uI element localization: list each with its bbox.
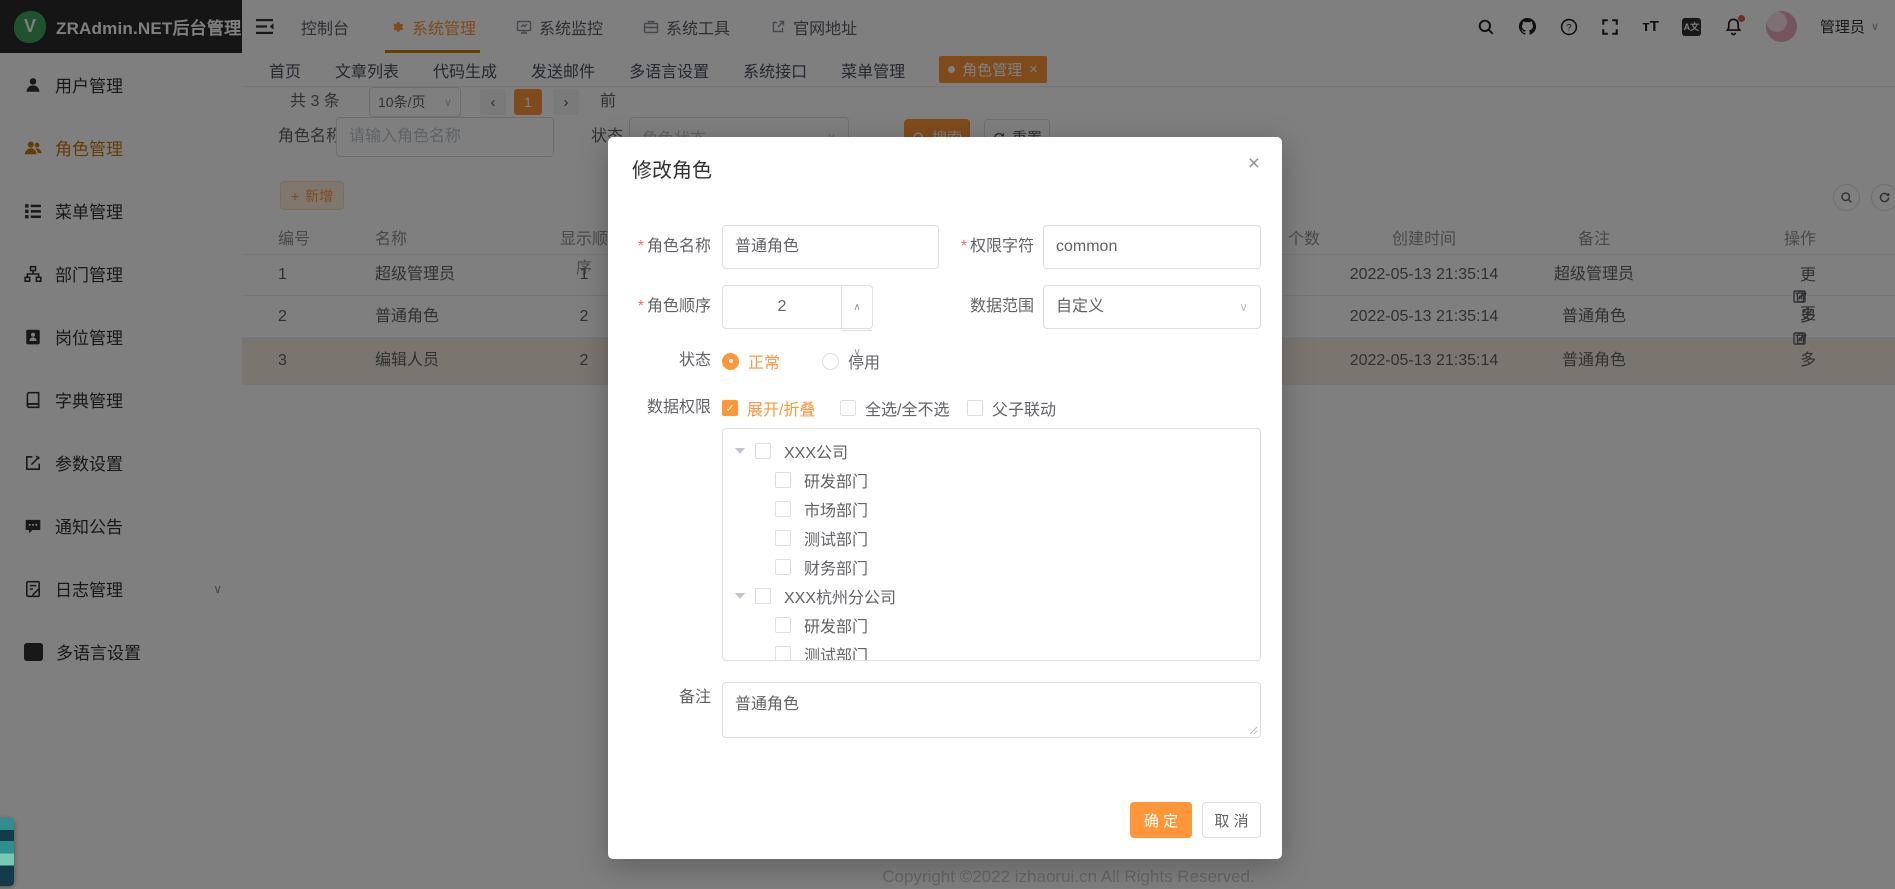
required-star: * (961, 238, 967, 255)
remark-value: 普通角色 (735, 696, 799, 713)
increase-button[interactable]: ∧ (842, 286, 872, 331)
tree-node-label: 市场部门 (804, 497, 868, 521)
tree-node-label: XXX杭州分公司 (784, 584, 896, 608)
field-label: 状态 (679, 352, 711, 369)
confirm-button[interactable]: 确 定 (1130, 802, 1192, 838)
chevron-down-icon: ∨ (1239, 285, 1248, 329)
perm-char-field-label: *权限字符 (908, 225, 1034, 269)
checkbox-checked-icon: ✓ (722, 400, 738, 416)
remark-field-label: 备注 (608, 688, 711, 708)
edit-role-dialog: 修改角色 × *角色名称 *权限字符 *角色顺序 2 ∧ ∨ 数据范围 自定义 … (608, 137, 1282, 859)
tree-node[interactable]: 研发部门 (723, 465, 1260, 494)
data-scope-select[interactable]: 自定义 ∨ (1043, 285, 1261, 329)
checkbox-parent-child-link[interactable]: 父子联动 (967, 390, 1056, 426)
dialog-title: 修改角色 (632, 154, 712, 183)
tree-node[interactable]: 测试部门 (723, 639, 1260, 661)
tree-node[interactable]: 市场部门 (723, 494, 1260, 523)
checkbox-select-all[interactable]: 全选/全不选 (840, 390, 949, 426)
checkbox-unchecked-icon[interactable] (775, 617, 791, 633)
field-label: 角色名称 (647, 238, 711, 255)
close-icon[interactable]: × (1248, 153, 1260, 174)
checkbox-unchecked-icon (840, 400, 856, 416)
role-name-field-label: *角色名称 (608, 225, 711, 269)
field-label: 备注 (679, 689, 711, 706)
tree-node-label: 测试部门 (804, 526, 868, 550)
data-scope-value: 自定义 (1056, 285, 1104, 329)
stepper-controls: ∧ ∨ (841, 286, 872, 328)
data-perm-options: ✓ 展开/折叠 全选/全不选 父子联动 (608, 390, 1282, 426)
tree-node[interactable]: XXX公司 (723, 436, 1260, 465)
status-radio-group: 正常 停用 (722, 343, 880, 379)
tree-node-label: 研发部门 (804, 613, 868, 637)
role-order-field-label: *角色顺序 (608, 285, 711, 329)
tree-node-label: 财务部门 (804, 555, 868, 579)
checkbox-unchecked-icon[interactable] (775, 472, 791, 488)
radio-label: 停用 (848, 349, 880, 373)
tree-node-label: XXX公司 (784, 439, 848, 463)
tree-node-label: 测试部门 (804, 642, 868, 662)
caret-down-icon[interactable] (735, 593, 745, 599)
data-scope-field-label: 数据范围 (908, 285, 1034, 329)
radio-unselected-icon (822, 353, 839, 370)
radio-normal[interactable]: 正常 (722, 349, 780, 373)
radio-selected-icon (722, 353, 739, 370)
checkbox-unchecked-icon[interactable] (755, 588, 771, 604)
checkbox-unchecked-icon[interactable] (775, 530, 791, 546)
dept-tree: XXX公司 研发部门 市场部门 测试部门 财务部门 XXX杭州分公司 (722, 428, 1261, 661)
role-name-field[interactable] (722, 225, 939, 269)
field-label: 权限字符 (970, 238, 1034, 255)
tree-node[interactable]: 财务部门 (723, 552, 1260, 581)
tree-node[interactable]: 测试部门 (723, 523, 1260, 552)
checkbox-unchecked-icon[interactable] (775, 559, 791, 575)
status-field-label: 状态 (608, 343, 711, 379)
checkbox-label: 父子联动 (992, 396, 1056, 420)
resize-handle-icon[interactable] (1249, 726, 1258, 735)
role-order-stepper[interactable]: 2 ∧ ∨ (722, 285, 873, 329)
field-label: 角色顺序 (647, 298, 711, 315)
caret-down-icon[interactable] (735, 448, 745, 454)
stepper-value: 2 (723, 285, 841, 329)
checkbox-unchecked-icon (967, 400, 983, 416)
radio-label: 正常 (748, 349, 780, 373)
checkbox-label: 展开/折叠 (747, 396, 815, 420)
tree-node[interactable]: 研发部门 (723, 610, 1260, 639)
radio-disabled[interactable]: 停用 (822, 349, 880, 373)
checkbox-unchecked-icon[interactable] (775, 501, 791, 517)
checkbox-label: 全选/全不选 (865, 396, 949, 420)
tree-node-label: 研发部门 (804, 468, 868, 492)
cancel-button[interactable]: 取 消 (1202, 802, 1261, 838)
checkbox-expand-collapse[interactable]: ✓ 展开/折叠 (722, 390, 815, 426)
checkbox-unchecked-icon[interactable] (755, 443, 771, 459)
remark-textarea[interactable]: 普通角色 (722, 682, 1261, 738)
required-star: * (638, 238, 644, 255)
required-star: * (638, 298, 644, 315)
perm-char-field[interactable] (1043, 225, 1261, 269)
floating-widget[interactable] (0, 818, 14, 886)
field-label: 数据范围 (970, 298, 1034, 315)
checkbox-unchecked-icon[interactable] (775, 646, 791, 662)
app-window: V ZRAdmin.NET后台管理 控制台 系统管理 系统监控 (0, 0, 1895, 889)
tree-node[interactable]: XXX杭州分公司 (723, 581, 1260, 610)
